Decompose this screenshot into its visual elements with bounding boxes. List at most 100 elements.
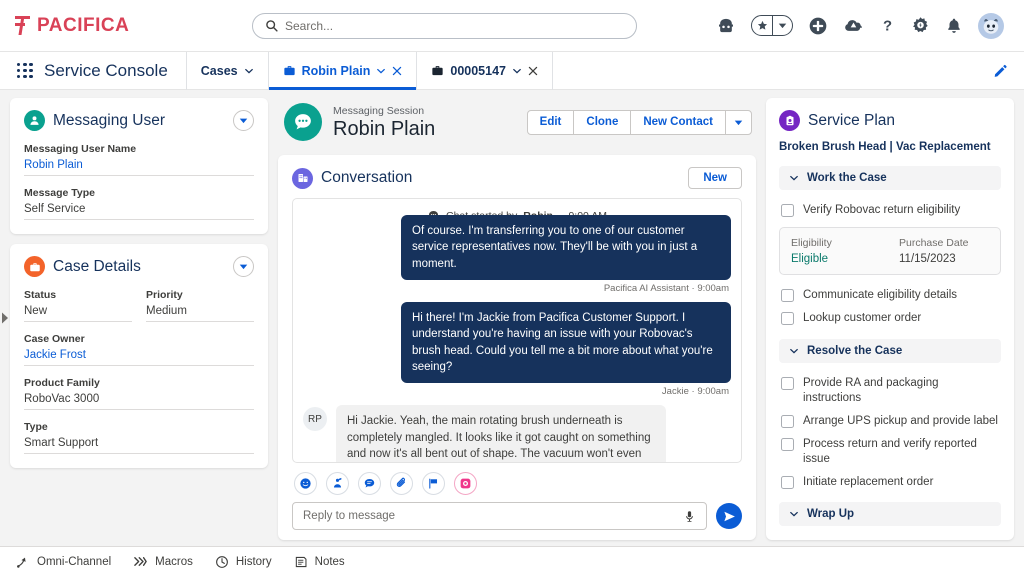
knowledge-article-icon[interactable] — [326, 472, 349, 495]
field-value: Self Service — [24, 203, 254, 220]
utility-bar: Omni-Channel Macros History Notes — [0, 546, 1024, 576]
new-contact-button[interactable]: New Contact — [630, 111, 725, 134]
field-value[interactable]: Jackie Frost — [24, 349, 254, 366]
task-communicate-eligibility[interactable]: Communicate eligibility details — [779, 284, 1001, 307]
reply-input-wrapper[interactable] — [292, 502, 707, 530]
brand-name: PACIFICA — [37, 15, 129, 37]
utility-omni-channel[interactable]: Omni-Channel — [16, 555, 111, 569]
send-button[interactable] — [716, 503, 742, 529]
utility-macros[interactable]: Macros — [133, 555, 193, 568]
task-verify-eligibility[interactable]: Verify Robovac return eligibility — [779, 199, 1001, 222]
section-resolve-the-case[interactable]: Resolve the Case — [779, 339, 1001, 363]
collapse-left-rail-icon[interactable] — [1, 312, 10, 325]
task-label: Process return and verify reported issue — [803, 437, 999, 467]
conversation-icon — [292, 168, 313, 189]
task-label: Arrange UPS pickup and provide label — [803, 414, 998, 429]
task-checkbox[interactable] — [781, 204, 794, 217]
utility-history[interactable]: History — [215, 555, 272, 569]
message-row: RP Hi Jackie. Yeah, the main rotating br… — [303, 405, 731, 463]
einstein-reply-icon[interactable] — [454, 472, 477, 495]
task-initiate-replacement-order[interactable]: Initiate replacement order — [779, 471, 1001, 494]
microphone-icon[interactable] — [683, 510, 696, 523]
global-actions-plus-icon[interactable] — [808, 16, 828, 36]
task-checkbox[interactable] — [781, 312, 794, 325]
task-checkbox[interactable] — [781, 438, 794, 451]
card-title: Service Plan — [808, 112, 895, 130]
field-value[interactable]: Robin Plain — [24, 159, 254, 176]
chevron-down-icon[interactable] — [512, 66, 522, 76]
utility-label: Notes — [315, 556, 345, 568]
new-button[interactable]: New — [688, 167, 742, 189]
message-row: Of course. I'm transferring you to one o… — [303, 215, 731, 299]
field-priority: Priority Medium — [146, 289, 254, 331]
task-checkbox[interactable] — [781, 476, 794, 489]
attachment-paperclip-icon[interactable] — [390, 472, 413, 495]
composer-toolbar — [292, 463, 742, 502]
svg-text:?: ? — [883, 18, 892, 34]
setup-gear-icon[interactable] — [911, 16, 930, 35]
notifications-bell-icon[interactable] — [945, 17, 963, 35]
favorites-star-icon[interactable] — [752, 16, 772, 35]
global-search[interactable] — [252, 13, 637, 39]
service-cloud-icon[interactable] — [843, 15, 864, 36]
card-collapse-button[interactable] — [233, 256, 254, 277]
brand-logo[interactable]: PACIFICA — [14, 15, 129, 37]
service-plan-card: Service Plan Broken Brush Head | Vac Rep… — [766, 98, 1014, 540]
app-launcher-icon[interactable] — [14, 60, 36, 82]
card-collapse-button[interactable] — [233, 110, 254, 131]
section-label: Work the Case — [807, 172, 887, 184]
card-title: Conversation — [321, 169, 412, 187]
quick-text-icon[interactable] — [358, 472, 381, 495]
avatar: RP — [303, 407, 327, 431]
chevron-down-icon[interactable] — [376, 66, 386, 76]
utility-label: History — [236, 556, 272, 568]
record-title-block: Messaging Session Robin Plain — [333, 105, 435, 140]
field-product-family: Product Family RoboVac 3000 — [24, 377, 254, 410]
clone-button[interactable]: Clone — [573, 111, 630, 134]
mobile-publisher-icon[interactable] — [716, 16, 736, 36]
favorites-group[interactable] — [751, 15, 793, 36]
field-label: Message Type — [24, 187, 254, 199]
reply-input[interactable] — [303, 510, 677, 522]
section-wrap-up[interactable]: Wrap Up — [779, 502, 1001, 526]
edit-button[interactable]: Edit — [528, 111, 574, 134]
task-provide-ra-instructions[interactable]: Provide RA and packaging instructions — [779, 372, 1001, 410]
favorites-dropdown-icon[interactable] — [772, 16, 792, 35]
close-icon[interactable] — [528, 66, 538, 76]
utility-notes[interactable]: Notes — [294, 555, 345, 569]
field-label: Eligibility — [791, 237, 881, 249]
tab-00005147[interactable]: 00005147 — [416, 52, 553, 90]
global-header: PACIFICA — [0, 0, 1024, 52]
task-checkbox[interactable] — [781, 415, 794, 428]
card-header: Messaging User — [24, 110, 254, 131]
inbound-message-body: Hi Jackie. Yeah, the main rotating brush… — [336, 405, 666, 463]
card-title: Case Details — [53, 258, 141, 276]
edit-pencil-icon[interactable] — [993, 63, 1008, 78]
user-avatar-icon[interactable] — [978, 13, 1004, 39]
chevron-down-icon[interactable] — [244, 66, 254, 76]
task-checkbox[interactable] — [781, 377, 794, 390]
tab-robin-plain[interactable]: Robin Plain — [268, 52, 417, 90]
flag-icon[interactable] — [422, 472, 445, 495]
task-process-return[interactable]: Process return and verify reported issue — [779, 433, 1001, 471]
task-label: Lookup customer order — [803, 311, 921, 326]
message-meta: Jackie · 9:00am — [660, 383, 731, 402]
more-actions-caret-icon[interactable] — [725, 111, 751, 134]
task-label: Verify Robovac return eligibility — [803, 203, 960, 218]
task-label: Provide RA and packaging instructions — [803, 376, 999, 406]
field-case-owner: Case Owner Jackie Frost — [24, 333, 254, 366]
close-icon[interactable] — [392, 66, 402, 76]
section-work-the-case[interactable]: Work the Case — [779, 166, 1001, 190]
help-question-icon[interactable]: ? — [879, 16, 896, 35]
task-checkbox[interactable] — [781, 289, 794, 302]
task-lookup-customer-order[interactable]: Lookup customer order — [779, 307, 1001, 330]
search-input[interactable] — [285, 19, 624, 33]
chat-transcript[interactable]: Chat started by Robin · 9:00 AM Of cours… — [292, 198, 742, 463]
chevron-down-icon — [789, 173, 799, 183]
tab-cases[interactable]: Cases — [186, 52, 268, 90]
task-arrange-ups-pickup[interactable]: Arrange UPS pickup and provide label — [779, 410, 1001, 433]
tab-label: Robin Plain — [302, 64, 371, 78]
field-label: Product Family — [24, 377, 254, 389]
emoji-icon[interactable] — [294, 472, 317, 495]
pacifica-logo-mark — [14, 16, 31, 35]
